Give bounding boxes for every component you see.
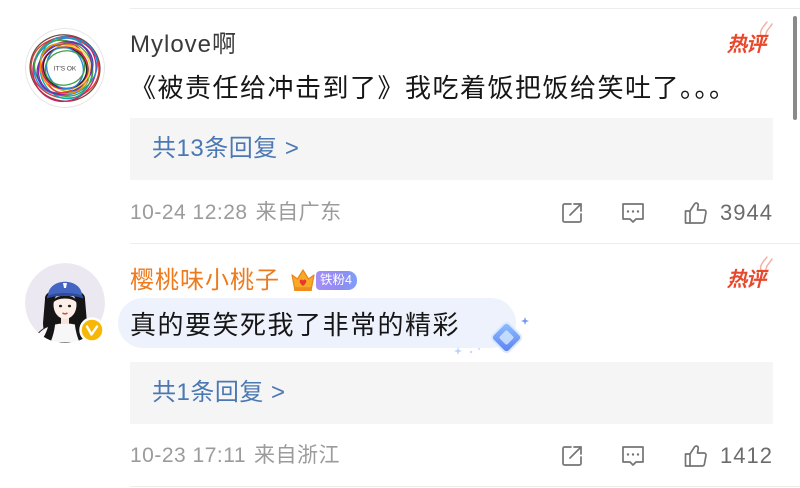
diamond-icon — [454, 317, 529, 355]
divider-middle — [130, 243, 800, 244]
like-icon[interactable] — [682, 199, 710, 227]
reply-summary-box[interactable]: 共1条回复 > — [130, 362, 773, 424]
scribble-avatar-icon: IT'S OK — [25, 28, 105, 108]
location: 来自浙江 — [254, 444, 341, 467]
hot-comment-badge: 热评 — [727, 34, 766, 56]
avatar-caption: IT'S OK — [54, 66, 77, 73]
like-button[interactable]: 3944 — [682, 198, 773, 228]
comment-button[interactable] — [619, 442, 647, 470]
comment-actions: 1412 — [558, 441, 773, 471]
divider-top — [130, 8, 800, 9]
comment-actions: 3944 — [558, 198, 773, 228]
timestamp: 10-23 17:11 — [130, 444, 247, 467]
user-avatar[interactable]: IT'S OK — [25, 28, 105, 108]
username[interactable]: 樱桃味小桃子 — [130, 267, 280, 295]
like-button[interactable]: 1412 — [682, 441, 773, 471]
scrollbar-thumb[interactable] — [793, 16, 797, 120]
share-button[interactable] — [558, 199, 586, 227]
like-icon[interactable] — [682, 442, 710, 470]
hot-comment-badge: 热评 — [727, 269, 766, 291]
fan-level-badge[interactable]: 铁粉4 — [316, 271, 357, 290]
share-icon[interactable] — [558, 442, 586, 470]
verified-icon — [79, 317, 105, 343]
timestamp: 10-24 12:28 — [130, 201, 248, 224]
reply-summary-link[interactable]: 共13条回复 > — [152, 118, 299, 180]
location: 来自广东 — [255, 201, 342, 224]
comment-meta: 10-23 17:11 来自浙江 — [130, 443, 340, 469]
share-icon[interactable] — [558, 199, 586, 227]
crown-icon — [291, 269, 315, 291]
username[interactable]: Mylove啊 — [130, 31, 237, 59]
like-count[interactable]: 1412 — [720, 441, 773, 471]
comment-body: 真的要笑死我了非常的精彩 — [130, 310, 461, 340]
comment-body: 《被责任给冲击到了》我吃着饭把饭给笑吐了。。。 — [130, 73, 737, 103]
comment-button[interactable] — [619, 199, 647, 227]
comment-icon[interactable] — [619, 442, 647, 470]
reply-summary-link[interactable]: 共1条回复 > — [152, 362, 286, 424]
share-button[interactable] — [558, 442, 586, 470]
divider-bottom — [130, 486, 800, 487]
comment-icon[interactable] — [619, 199, 647, 227]
comment-meta: 10-24 12:28 来自广东 — [130, 200, 342, 226]
reply-summary-box[interactable]: 共13条回复 > — [130, 118, 773, 180]
like-count[interactable]: 3944 — [720, 198, 773, 228]
